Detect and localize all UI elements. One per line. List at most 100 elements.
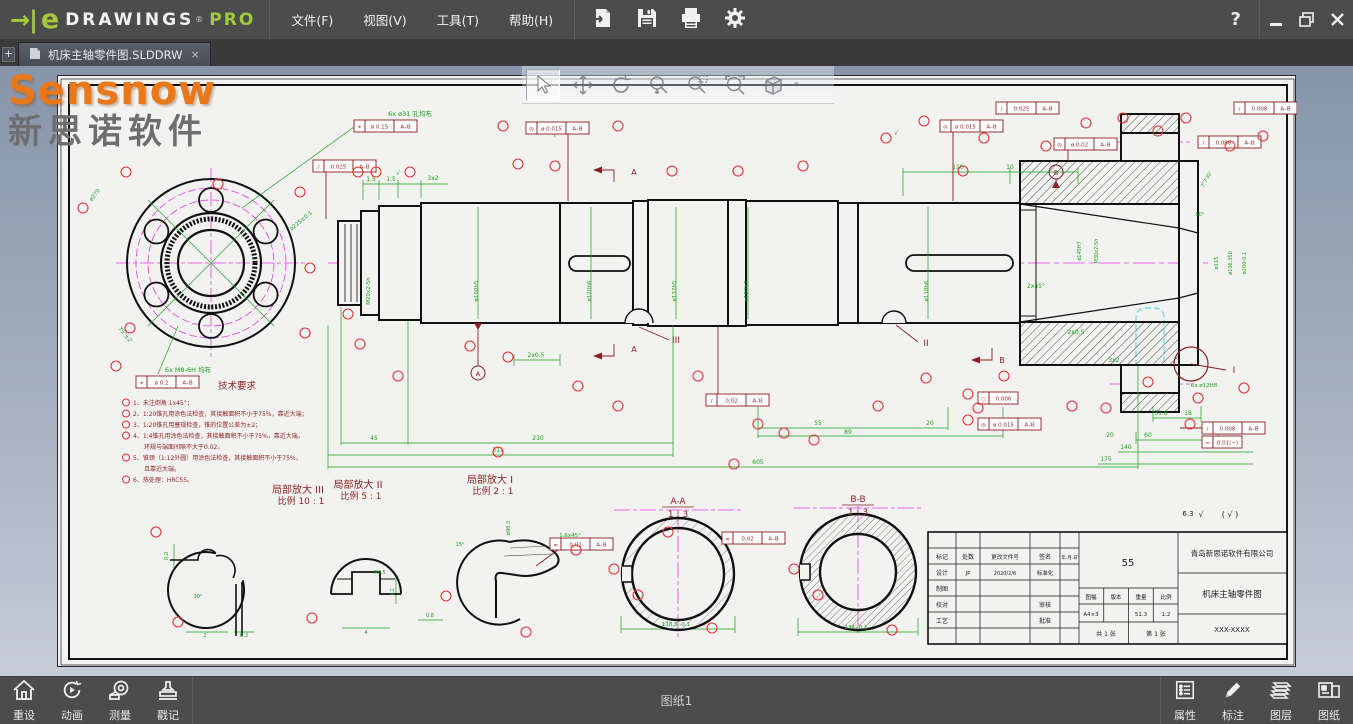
tb-design-date: 2020/2/6 xyxy=(994,571,1016,577)
fcf-text: ø 0.2 xyxy=(155,381,169,387)
sheet-name-label[interactable]: 图纸1 xyxy=(193,692,1160,709)
tb-gv-size: A4×3 xyxy=(1083,612,1099,618)
dimension-text: 15° xyxy=(456,542,465,548)
balloon xyxy=(887,625,897,635)
toolbar-more-caret[interactable]: ▾ xyxy=(792,80,799,90)
tb-gh-size: 图幅 xyxy=(1085,593,1097,601)
balloon xyxy=(999,371,1009,381)
fcf-text: ◎ xyxy=(943,125,948,131)
tech-req-line: 3、1:20锥孔用塞规检查，锥的位置公差为±2； xyxy=(133,421,261,429)
new-tab-button[interactable]: + xyxy=(2,47,15,62)
detail-i-label: 局部放大 I xyxy=(467,473,513,486)
select-tool-icon[interactable] xyxy=(526,69,560,101)
dimension-text: ø115 xyxy=(1214,257,1220,270)
dimension-text: 0.2 xyxy=(164,552,170,561)
tb-company: 青岛新思诺软件有限公司 xyxy=(1191,548,1274,558)
dimension-text: ø106.350 xyxy=(1228,251,1234,275)
drawing-viewport[interactable]: 局部放大 III 比例 10 : 1 局部放大 II 比例 5 : 1 局部放大… xyxy=(0,66,1353,676)
reset-button[interactable]: 重设 xyxy=(0,677,48,724)
close-button[interactable] xyxy=(1322,0,1353,39)
menu-tools[interactable]: 工具(T) xyxy=(422,0,494,39)
tb-standardize: 标准化 xyxy=(1037,569,1054,577)
tb-h-sign: 签名 xyxy=(1039,553,1051,561)
drawing-sheet[interactable]: 局部放大 III 比例 10 : 1 局部放大 II 比例 5 : 1 局部放大… xyxy=(57,75,1296,667)
balloon xyxy=(1239,383,1249,393)
measure-label: 测量 xyxy=(109,707,131,723)
print-icon xyxy=(679,6,703,34)
balloon xyxy=(1041,141,1051,151)
fcf-text: ⌖ xyxy=(358,125,361,131)
animation-icon xyxy=(60,679,84,705)
fcf-text: A–B xyxy=(768,537,779,543)
drawing-svg: 局部放大 III 比例 10 : 1 局部放大 II 比例 5 : 1 局部放大… xyxy=(58,76,1297,668)
save-button[interactable] xyxy=(629,4,665,36)
balloon xyxy=(355,339,365,349)
dimension-text: 6x M8-6H 均布 xyxy=(165,365,212,374)
shaded-view-icon[interactable] xyxy=(754,68,792,102)
dimension-text: 20 xyxy=(1106,432,1114,439)
floating-view-toolbar: ▾ xyxy=(522,66,834,104)
menu-view[interactable]: 视图(V) xyxy=(348,0,421,39)
restore-button[interactable] xyxy=(1291,0,1322,39)
dimension-text: 1.2 xyxy=(390,588,396,596)
tb-sheet-index: 第 1 张 xyxy=(1146,630,1166,638)
measure-button[interactable]: 测量 xyxy=(96,677,144,724)
tab-close-icon[interactable]: × xyxy=(188,48,199,61)
balloon xyxy=(111,361,121,371)
dimension-text: A xyxy=(631,345,637,354)
dimension-text: 30° xyxy=(194,594,203,600)
settings-button[interactable] xyxy=(717,4,753,36)
fcf-text: 0.025 xyxy=(1014,107,1030,113)
logo-drawings: DRAWINGS xyxy=(65,10,194,30)
fcf-text: / xyxy=(711,399,713,405)
balloon xyxy=(121,167,131,177)
sheets-button[interactable]: 图纸 xyxy=(1305,677,1353,724)
sheets-icon xyxy=(1316,679,1342,705)
dimension-text: ø270 xyxy=(89,188,102,203)
zoom-fit-tool-icon[interactable] xyxy=(716,68,754,102)
logo-arrow-icon: →| xyxy=(10,6,37,34)
document-tab[interactable]: 机床主轴零件图.SLDDRW × xyxy=(18,42,211,66)
stamp-button[interactable]: 戳记 xyxy=(144,677,192,724)
detail-i-scale: 比例 2 : 1 xyxy=(472,485,513,497)
help-button[interactable]: ? xyxy=(1213,9,1259,30)
balloon xyxy=(393,371,403,381)
balloon xyxy=(779,428,789,438)
fcf-text: ø 0.02 xyxy=(1071,143,1088,149)
animation-button[interactable]: 动画 xyxy=(48,677,96,724)
pan-tool-icon[interactable] xyxy=(564,68,602,102)
print-button[interactable] xyxy=(673,4,709,36)
dimension-text: ø225±0.1 xyxy=(289,210,314,232)
minimize-button[interactable] xyxy=(1260,0,1291,39)
zoom-window-tool-icon[interactable] xyxy=(678,68,716,102)
app-logo: →| e DRAWINGS ® PRO xyxy=(0,0,269,39)
logo-e: e xyxy=(41,4,59,35)
properties-button[interactable]: 属性 xyxy=(1161,677,1209,724)
detail-view-i xyxy=(457,540,558,624)
tb-gh-version: 版本 xyxy=(1110,593,1122,601)
dimension-text: ø120h6 xyxy=(587,280,593,301)
fcf-text: 0.025 xyxy=(331,165,347,171)
fcf-text: 0.02 xyxy=(741,537,753,543)
balloon xyxy=(1101,403,1111,413)
fcf-text: A–B xyxy=(1042,107,1053,113)
zoom-tool-icon[interactable] xyxy=(640,68,678,102)
statusbar: 重设 动画 测量 戳记 图纸1 属性 xyxy=(0,676,1353,724)
window-controls xyxy=(1259,0,1353,39)
balloon xyxy=(1181,113,1191,123)
layers-button[interactable]: 图层 xyxy=(1257,677,1305,724)
dimension-text: 55 xyxy=(814,420,822,427)
tb-drawing-number: XXX-XXXX xyxy=(1214,626,1250,634)
open-button[interactable] xyxy=(585,4,621,36)
balloon xyxy=(343,309,353,319)
markup-button[interactable]: 标注 xyxy=(1209,677,1257,724)
section-bb-label: B-B xyxy=(850,495,865,505)
menu-help[interactable]: 帮助(H) xyxy=(494,0,568,39)
tb-gh-weight: 重量 xyxy=(1135,593,1147,601)
balloon xyxy=(305,263,315,273)
menu-file[interactable]: 文件(F) xyxy=(276,0,348,39)
tb-drawing-title: 机床主轴零件图 xyxy=(1202,589,1262,600)
tech-req-line: 且靠近大端。 xyxy=(144,465,180,473)
dimension-text: ø100h5 xyxy=(474,280,480,301)
rotate-tool-icon[interactable] xyxy=(602,68,640,102)
